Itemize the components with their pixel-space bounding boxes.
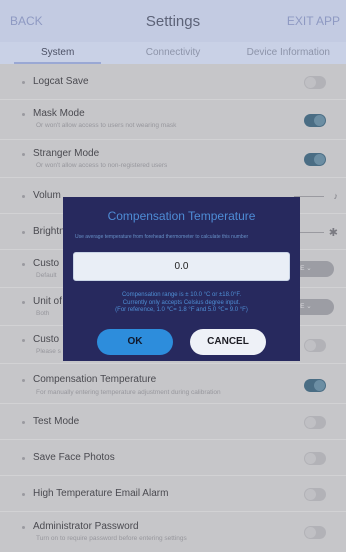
setting-description: Please s [36,348,61,355]
bullet [22,195,25,198]
setting-description: Or won't allow access to users not weari… [36,122,177,129]
setting-label: Volum [33,190,61,201]
setting-high-temperature-email-alarm[interactable]: High Temperature Email Alarm [0,476,346,512]
dialog-hint: Use average temperature from forehead th… [75,234,249,240]
note-line: Currently only accepts Celsius degree in… [122,299,241,306]
setting-description: Turn on to require password before enter… [36,535,187,542]
bullet [22,421,25,424]
setting-test-mode[interactable]: Test Mode [0,404,346,440]
note-line: (For reference, 1.0 ℃= 1.8 °F and 5.0 ℃=… [115,307,248,313]
setting-label: Brightn [33,226,65,237]
high-temperature-email-alarm-toggle[interactable] [304,488,326,501]
setting-mask-mode[interactable]: Mask Mode Or won't allow access to users… [0,100,346,140]
compensation-temperature-toggle[interactable] [304,379,326,392]
chevron-down-icon: ⌄ [306,265,312,272]
compensation-temperature-dialog: Compensation Temperature Use average tem… [63,197,300,361]
note-line: Compensation range is ± 10.0 °C or ±18.0… [121,292,242,298]
sun-icon: ✱ [328,227,338,239]
compensation-value-input[interactable]: 0.0 [73,252,290,281]
bullet [22,301,25,304]
bullet [22,81,25,84]
bullet [22,153,25,156]
setting-label: Custo [33,258,60,269]
tab-connectivity[interactable]: Connectivity [115,42,230,64]
custom-other-toggle[interactable] [304,339,326,352]
bullet [22,339,25,342]
setting-label: Mask Mode [33,108,85,119]
setting-label: Compensation Temperature [33,374,157,385]
bullet [22,379,25,382]
tab-system[interactable]: System [0,42,115,64]
setting-description: Both [36,310,50,317]
setting-label: Unit of [33,296,62,307]
bullet [22,526,25,529]
setting-description: Or won't allow access to non-registered … [36,162,168,169]
setting-compensation-temperature[interactable]: Compensation Temperature For manually en… [0,364,346,404]
setting-description: Default [36,272,57,279]
setting-stranger-mode[interactable]: Stranger Mode Or won't allow access to n… [0,140,346,178]
bullet [22,231,25,234]
dialog-note: Compensation range is ± 10.0 °C or ±18.0… [63,292,300,315]
bullet [22,263,25,266]
top-bar: BACK Settings EXIT APP [0,0,346,42]
chevron-down-icon: ⌄ [306,303,312,310]
exit-app-button[interactable]: EXIT APP [287,14,340,28]
setting-logcat-save[interactable]: Logcat Save [0,64,346,100]
stranger-mode-toggle[interactable] [304,153,326,166]
setting-administrator-password[interactable]: Administrator Password Turn on to requir… [0,512,346,552]
tab-bar: System Connectivity Device Information [0,42,346,64]
tab-device-information[interactable]: Device Information [231,42,346,64]
setting-label: Logcat Save [33,76,89,87]
ok-button[interactable]: OK [97,329,173,355]
setting-description: For manually entering temperature adjust… [36,389,221,396]
logcat-save-toggle[interactable] [304,76,326,89]
bullet [22,457,25,460]
setting-label: Save Face Photos [33,452,115,463]
setting-label: Test Mode [33,416,80,427]
bullet [22,493,25,496]
setting-label: Stranger Mode [33,148,100,159]
setting-save-face-photos[interactable]: Save Face Photos [0,440,346,476]
administrator-password-toggle[interactable] [304,526,326,539]
mask-mode-toggle[interactable] [304,114,326,127]
bullet [22,113,25,116]
speaker-icon: ♪ [333,191,339,201]
cancel-button[interactable]: CANCEL [190,329,266,355]
save-face-photos-toggle[interactable] [304,452,326,465]
test-mode-toggle[interactable] [304,416,326,429]
setting-label: Custo [33,334,60,345]
setting-label: High Temperature Email Alarm [33,488,169,499]
setting-label: Administrator Password [33,521,139,532]
dialog-title: Compensation Temperature [107,209,256,223]
